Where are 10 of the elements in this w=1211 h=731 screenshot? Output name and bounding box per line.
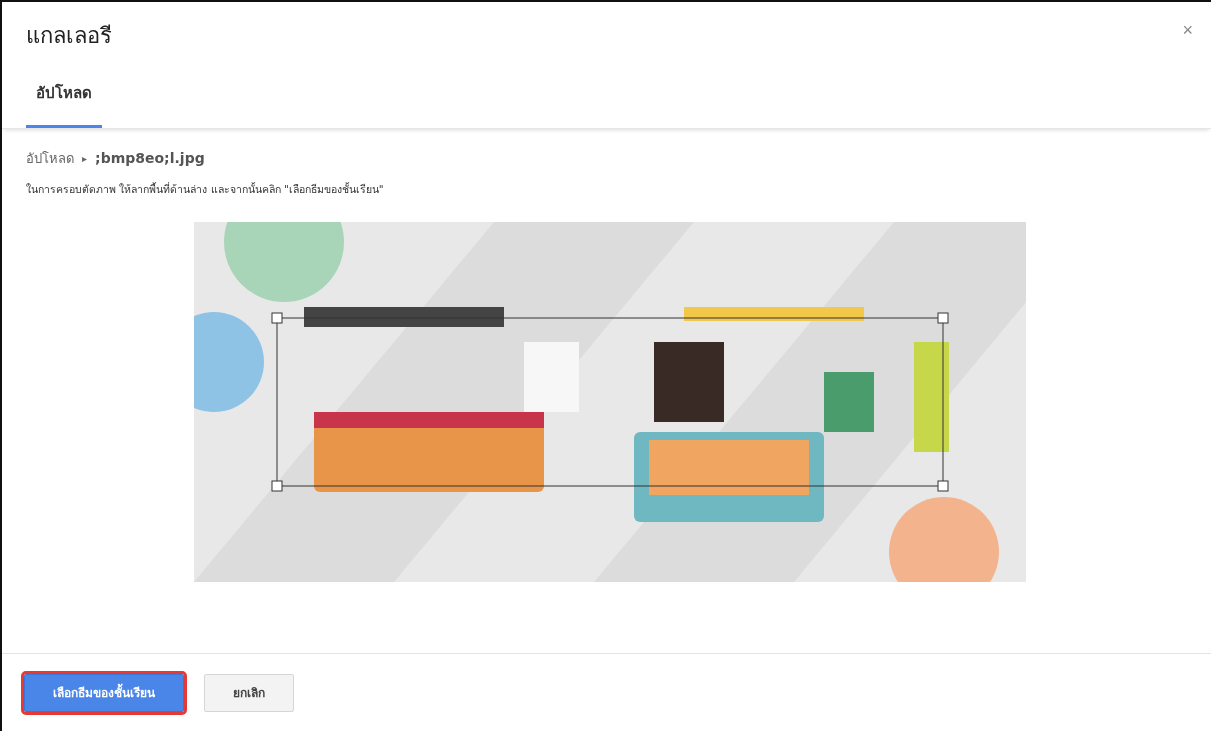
cancel-button[interactable]: ยกเลิก [204, 673, 294, 712]
tab[interactable]: อัปโหลด [26, 60, 102, 128]
breadcrumb-separator: ▸ [82, 152, 88, 164]
breadcrumb-link[interactable]: อัปโหลด [26, 147, 74, 169]
confirm-button[interactable]: เลือกธีมของชั้นเรียน [24, 673, 184, 712]
crop-frame[interactable] [271, 312, 949, 492]
instruction-text: ในการครอบตัดภาพ ให้ลากพื้นที่ด้านล่าง และจากนั้นคลิก "เลือกธีมของชั้นเรียน" [26, 181, 385, 197]
file-name: ;bmp8eo;l.jpg [95, 150, 205, 166]
close-button[interactable]: × [1182, 20, 1193, 41]
dialog-title: แกลเลอรี [26, 22, 112, 50]
